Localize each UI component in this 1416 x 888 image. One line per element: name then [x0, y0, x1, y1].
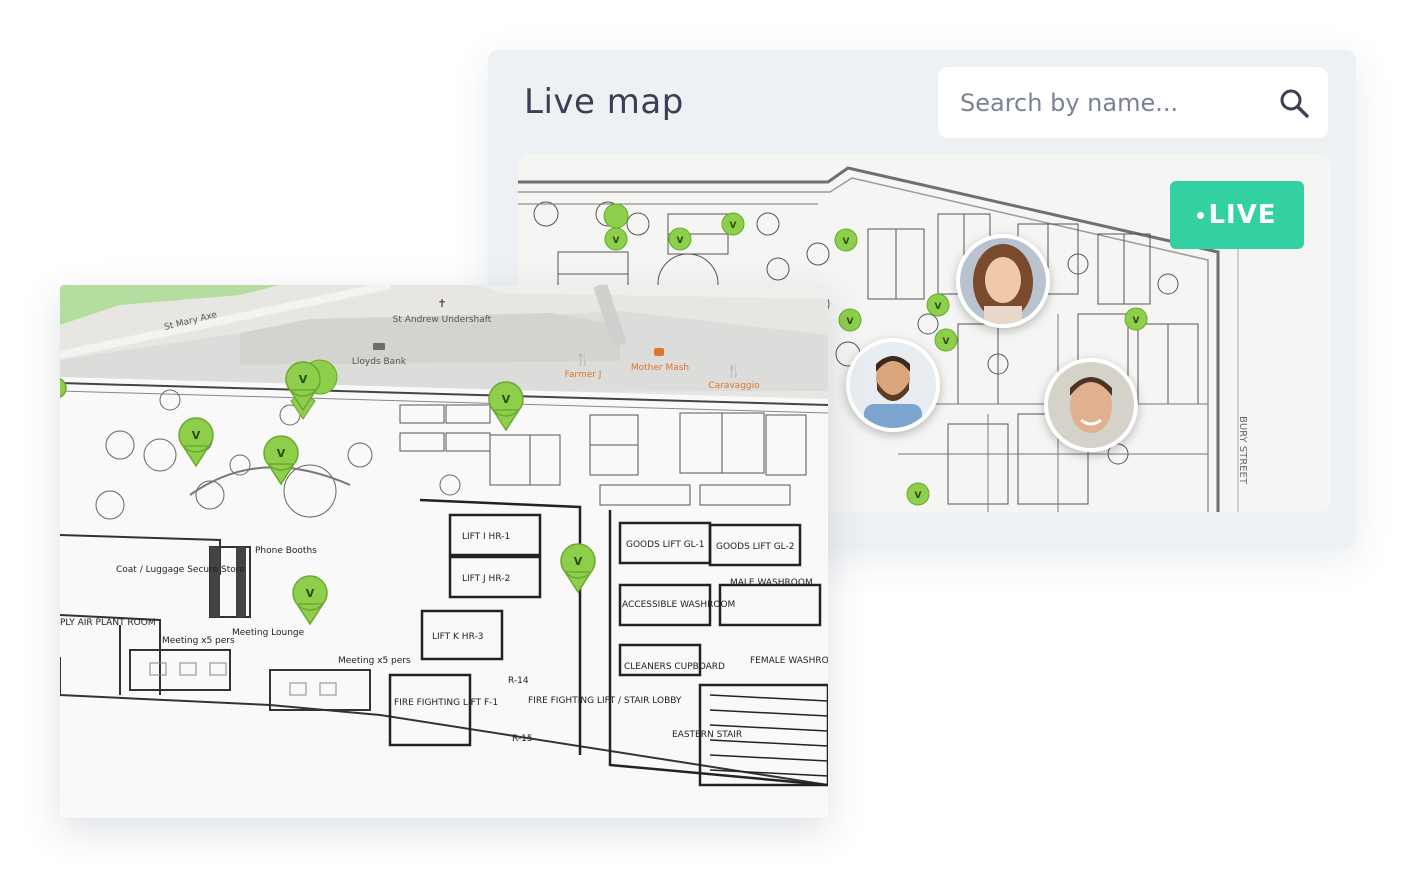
- avatar-bearded-man[interactable]: [846, 338, 940, 432]
- svg-text:V: V: [943, 337, 950, 347]
- room-female-washroom: FEMALE WASHROOM: [750, 656, 828, 666]
- place-lloyds: Lloyds Bank: [352, 357, 407, 367]
- room-lift-2: LIFT J HR-2: [462, 574, 510, 584]
- man-portrait-icon: [1048, 362, 1134, 448]
- avatar-woman[interactable]: [956, 234, 1050, 328]
- place-mother-mash: Mother Mash: [631, 363, 689, 373]
- live-badge-label: LIVE: [1208, 200, 1277, 230]
- avatar-smiling-man[interactable]: [1044, 358, 1138, 452]
- search-input[interactable]: [958, 81, 1262, 125]
- svg-text:V: V: [935, 302, 942, 312]
- room-r14: R-14: [508, 676, 529, 686]
- bank-icon: [373, 343, 385, 350]
- svg-text:V: V: [843, 237, 850, 247]
- room-r15: R-15: [512, 734, 533, 744]
- room-fire-lift: FIRE FIGHTING LIFT F-1: [394, 698, 498, 708]
- church-icon: ✝: [437, 297, 446, 310]
- pin-label: V: [574, 555, 583, 568]
- building-map-view[interactable]: St Mary Axe ✝ St Andrew Undershaft Lloyd…: [60, 285, 828, 818]
- room-goods-lift-right: GOODS LIFT GL-2: [716, 542, 795, 552]
- room-lift-1: LIFT I HR-1: [462, 532, 510, 542]
- restaurant-icon: 🍴: [727, 364, 742, 378]
- room-cleaners: CLEANERS CUPBOARD: [624, 662, 725, 672]
- live-dot-icon: [1197, 211, 1205, 219]
- live-status-badge: LIVE: [1170, 181, 1304, 249]
- svg-text:V: V: [613, 236, 620, 246]
- cafe-icon: [654, 348, 664, 356]
- place-farmer-j: Farmer J: [565, 370, 602, 380]
- pin-label: V: [299, 373, 308, 386]
- pin-label: V: [502, 393, 511, 406]
- svg-text:V: V: [847, 317, 854, 327]
- room-lift-3: LIFT K HR-3: [432, 632, 483, 642]
- panel-title: Live map: [524, 82, 684, 122]
- svg-text:V: V: [915, 491, 922, 501]
- pin-label: V: [192, 429, 201, 442]
- room-coat-storage: Coat / Luggage Secure Store: [116, 565, 245, 575]
- man-portrait-icon: [850, 342, 936, 428]
- room-phone-booths: Phone Booths: [255, 546, 317, 556]
- room-meeting-left: Meeting x5 pers: [162, 636, 235, 646]
- woman-portrait-icon: [960, 238, 1046, 324]
- room-meeting-right: Meeting x5 pers: [338, 656, 411, 666]
- search-box[interactable]: [938, 67, 1328, 138]
- room-fire-lobby: FIRE FIGHTING LIFT / STAIR LOBBY: [528, 696, 682, 706]
- place-caravaggio: Caravaggio: [708, 381, 760, 391]
- room-accessible-washroom: ACCESSIBLE WASHROOM: [622, 600, 735, 610]
- pin-label: V: [277, 447, 286, 460]
- place-st-andrew: St Andrew Undershaft: [393, 315, 492, 325]
- search-icon[interactable]: [1278, 87, 1310, 119]
- room-goods-lift-left: GOODS LIFT GL-1: [626, 540, 705, 550]
- room-eastern-stair: EASTERN STAIR: [672, 730, 742, 740]
- svg-text:V: V: [730, 221, 737, 231]
- svg-text:V: V: [1133, 316, 1140, 326]
- perspective-floor-plan: St Mary Axe ✝ St Andrew Undershaft Lloyd…: [60, 285, 828, 818]
- pin-label: V: [306, 587, 315, 600]
- street-label: BURY STREET: [1237, 416, 1248, 485]
- room-male-washroom: MALE WASHROOM: [730, 578, 813, 588]
- room-air-plant: PLY AIR PLANT ROOM: [60, 618, 156, 628]
- restaurant-icon: 🍴: [576, 352, 591, 366]
- room-meeting-lounge: Meeting Lounge: [232, 628, 305, 638]
- svg-text:V: V: [677, 236, 684, 246]
